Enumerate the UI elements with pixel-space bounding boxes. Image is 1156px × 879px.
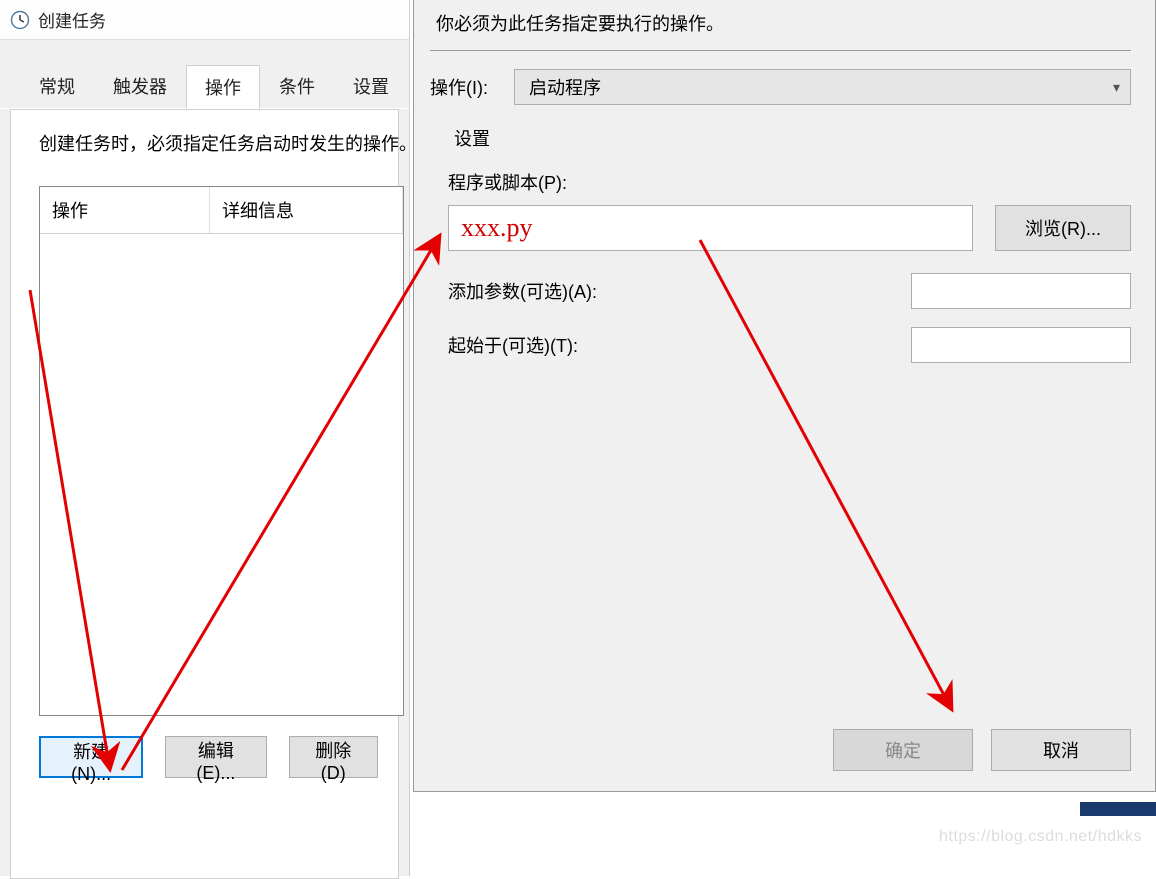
watermark: https://blog.csdn.net/hdkks bbox=[939, 828, 1142, 846]
chevron-down-icon: ▾ bbox=[1113, 79, 1120, 96]
action-label: 操作(I): bbox=[430, 74, 514, 100]
actions-hint: 创建任务时，必须指定任务启动时发生的操作。 bbox=[39, 130, 378, 156]
program-input[interactable]: xxx.py bbox=[448, 205, 973, 251]
titlebar[interactable]: 创建任务 bbox=[0, 0, 409, 40]
actions-tabpage: 创建任务时，必须指定任务启动时发生的操作。 操作 详细信息 新建(N)... 编… bbox=[10, 109, 399, 879]
col-detail[interactable]: 详细信息 bbox=[210, 187, 403, 233]
dialog-instruction: 你必须为此任务指定要执行的操作。 bbox=[430, 0, 1131, 50]
tab-conditions[interactable]: 条件 bbox=[260, 64, 334, 108]
tab-settings[interactable]: 设置 bbox=[334, 64, 408, 108]
action-row: 操作(I): 启动程序 ▾ bbox=[430, 69, 1131, 105]
list-header: 操作 详细信息 bbox=[40, 187, 403, 234]
settings-fieldset: 设置 程序或脚本(P): xxx.py 浏览(R)... 添加参数(可选)(A)… bbox=[448, 123, 1131, 363]
window-title: 创建任务 bbox=[38, 7, 106, 32]
dialog-footer: 确定 取消 bbox=[833, 729, 1131, 771]
divider bbox=[430, 50, 1131, 51]
program-label: 程序或脚本(P): bbox=[448, 169, 1131, 195]
tab-general[interactable]: 常规 bbox=[20, 64, 94, 108]
startin-label: 起始于(可选)(T): bbox=[448, 332, 578, 358]
new-button[interactable]: 新建(N)... bbox=[39, 736, 143, 778]
edit-button[interactable]: 编辑(E)... bbox=[165, 736, 266, 778]
decorative-bar bbox=[1080, 802, 1156, 816]
settings-label: 设置 bbox=[448, 125, 1131, 151]
actions-list[interactable]: 操作 详细信息 bbox=[39, 186, 404, 716]
delete-button[interactable]: 删除(D) bbox=[289, 736, 379, 778]
ok-button[interactable]: 确定 bbox=[833, 729, 973, 771]
args-label: 添加参数(可选)(A): bbox=[448, 278, 597, 304]
startin-input[interactable] bbox=[911, 327, 1131, 363]
cancel-button[interactable]: 取消 bbox=[991, 729, 1131, 771]
tabs: 常规 触发器 操作 条件 设置 bbox=[0, 64, 409, 109]
col-action[interactable]: 操作 bbox=[40, 187, 210, 233]
tab-actions[interactable]: 操作 bbox=[186, 65, 260, 109]
action-combo[interactable]: 启动程序 ▾ bbox=[514, 69, 1131, 105]
new-action-dialog: 你必须为此任务指定要执行的操作。 操作(I): 启动程序 ▾ 设置 程序或脚本(… bbox=[413, 0, 1156, 792]
action-combo-value: 启动程序 bbox=[529, 74, 601, 100]
tab-triggers[interactable]: 触发器 bbox=[94, 64, 186, 108]
browse-button[interactable]: 浏览(R)... bbox=[995, 205, 1131, 251]
actions-button-row: 新建(N)... 编辑(E)... 删除(D) bbox=[39, 736, 378, 778]
create-task-window: 创建任务 常规 触发器 操作 条件 设置 创建任务时，必须指定任务启动时发生的操… bbox=[0, 0, 410, 876]
clock-icon bbox=[10, 10, 30, 30]
args-input[interactable] bbox=[911, 273, 1131, 309]
